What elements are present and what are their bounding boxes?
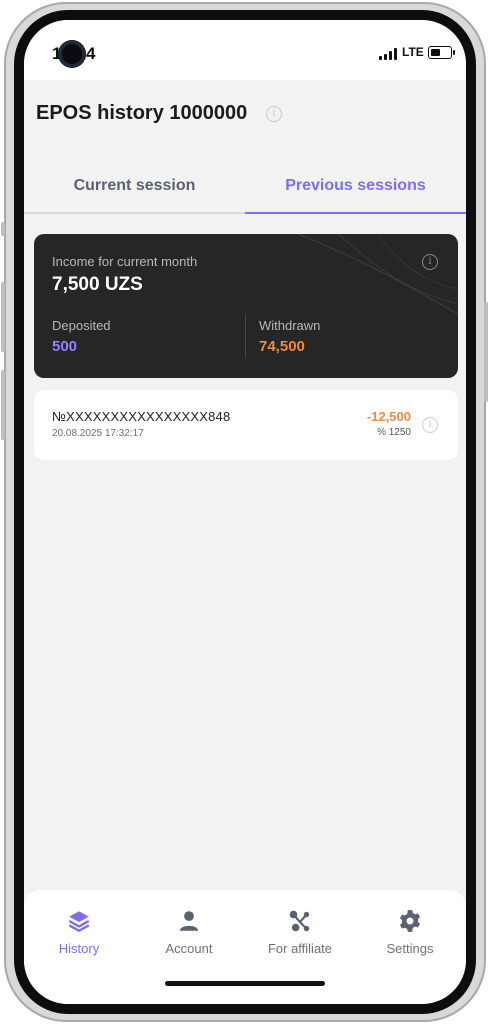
transaction-date: 20.08.2025 17:32:17 <box>52 428 144 439</box>
front-camera <box>58 40 86 68</box>
withdrawn-value: 74,500 <box>259 338 305 355</box>
income-value: 7,500 UZS <box>52 274 143 295</box>
tab-previous-sessions[interactable]: Previous sessions <box>245 170 466 214</box>
card-decoration <box>297 234 458 315</box>
screen: 10:44 LTE EPOS history 1000000 i Current… <box>24 20 466 1004</box>
user-icon <box>179 911 199 931</box>
status-bar: 10:44 LTE <box>24 20 466 80</box>
nav-for-affiliate[interactable]: For affiliate <box>245 908 355 958</box>
session-tabs: Current session Previous sessions <box>24 170 466 214</box>
nav-label: For affiliate <box>267 941 333 956</box>
deposited-label: Deposited <box>52 318 111 333</box>
info-icon[interactable]: i <box>266 106 282 122</box>
signal-icon <box>379 48 397 60</box>
bottom-nav: History Account For affiliate Settings <box>24 890 466 1004</box>
withdrawn-label: Withdrawn <box>259 318 321 333</box>
gear-icon <box>399 910 421 932</box>
home-indicator[interactable] <box>165 981 325 986</box>
nav-label: Settings <box>386 941 434 956</box>
income-summary-card: Income for current month 7,500 UZS i Dep… <box>34 234 458 378</box>
tab-current-session[interactable]: Current session <box>24 170 245 214</box>
nav-label: History <box>58 941 100 956</box>
network-type: LTE <box>402 45 424 59</box>
nav-account[interactable]: Account <box>134 908 244 958</box>
phone-bezel: 10:44 LTE EPOS history 1000000 i Current… <box>14 10 476 1014</box>
list-item[interactable]: №XXXXXXXXXXXXXXXX848 20.08.2025 17:32:17… <box>34 390 458 460</box>
power-button <box>484 302 488 402</box>
page-title: EPOS history 1000000 <box>36 102 248 124</box>
volume-down-button <box>1 370 5 440</box>
card-number: №XXXXXXXXXXXXXXXX848 <box>52 409 231 424</box>
silent-switch <box>1 222 5 236</box>
network-icon <box>289 910 310 932</box>
nav-history[interactable]: History <box>24 908 134 958</box>
deposited-value: 500 <box>52 338 78 355</box>
phone-frame: 10:44 LTE EPOS history 1000000 i Current… <box>1 2 488 1022</box>
info-icon[interactable]: i <box>422 417 438 433</box>
info-icon[interactable]: i <box>422 254 438 270</box>
divider <box>245 314 246 358</box>
volume-up-button <box>1 282 5 352</box>
layers-icon <box>68 911 90 932</box>
transaction-fee: % 1250 <box>377 427 411 438</box>
nav-settings[interactable]: Settings <box>355 908 465 958</box>
battery-icon <box>428 46 455 59</box>
transaction-amount: -12,500 <box>366 409 411 424</box>
nav-label: Account <box>165 941 213 956</box>
income-label: Income for current month <box>52 254 198 269</box>
